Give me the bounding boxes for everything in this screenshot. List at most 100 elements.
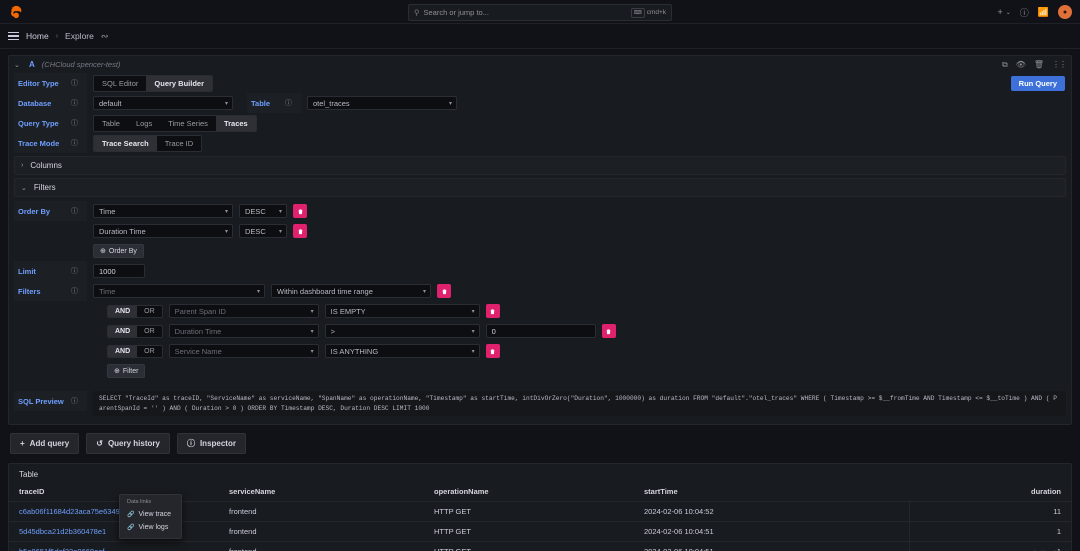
filter-time-operator-select[interactable]: Within dashboard time range ▾ [271,284,431,298]
chevron-down-icon: ▾ [472,348,475,355]
chevron-down-icon: ▾ [449,100,452,107]
order-by-direction-select-0[interactable]: DESC ▾ [239,204,287,218]
info-circle-icon[interactable]: ⓘ [285,93,301,113]
filter-delete-button-1[interactable] [602,324,616,338]
filter-conjunction-toggle-1[interactable]: AND OR [107,325,163,338]
breadcrumb-explore[interactable]: Explore [65,31,94,41]
filters-section-header[interactable]: ⌄ Filters [14,178,1066,197]
order-by-delete-button-1[interactable] [293,224,307,238]
query-header-icons: ⧉ 👁 🗑 ⋮⋮ [1002,56,1066,73]
query-ref-id[interactable]: A [29,60,35,69]
add-query-button[interactable]: + Add query [10,433,79,454]
filter-operator-select-2[interactable]: IS ANYTHING ▾ [325,344,480,358]
query-type-toggle[interactable]: Table Logs Time Series Traces [93,115,257,132]
search-placeholder: Search or jump to... [424,8,489,17]
filter-operator-select-0[interactable]: IS EMPTY ▾ [325,304,480,318]
grafana-logo-icon[interactable] [9,5,23,19]
query-editor-wrapper: ⌄ A (CHCloud spencer-test) ⧉ 👁 🗑 ⋮⋮ Run … [0,49,1080,425]
info-circle-icon[interactable]: ⓘ [71,281,87,301]
sql-preview-label: SQL Preview [14,391,71,411]
filter-conjunction-and-1[interactable]: AND [108,326,137,337]
trace-mode-option-id[interactable]: Trace ID [157,136,201,151]
filter-conjunction-toggle-0[interactable]: AND OR [107,305,163,318]
query-history-button[interactable]: ↺ Query history [86,433,170,454]
share-icon[interactable]: ∾ [101,31,109,42]
query-type-option-timeseries[interactable]: Time Series [160,116,216,131]
table-select[interactable]: otel_traces ▾ [307,96,457,110]
filter-value-input-1[interactable]: 0 [486,324,596,338]
info-circle-icon[interactable]: ⓘ [71,261,87,281]
chevron-down-icon: ▾ [225,228,228,235]
add-button[interactable]: + ⌄ [997,7,1010,17]
filter-time-field-select[interactable]: Time ▾ [93,284,265,298]
filter-conjunction-and-0[interactable]: AND [108,306,137,317]
column-header-operationname[interactable]: operationName [424,484,634,502]
editor-type-option-builder[interactable]: Query Builder [146,76,212,91]
filters-section-label: Filters [34,183,56,192]
filter-time-row: Filters ⓘ Time ▾ Within dashboard time r… [9,281,1071,301]
order-by-direction-select-1[interactable]: DESC ▾ [239,224,287,238]
breadcrumb-home[interactable]: Home [26,31,49,41]
cell-operationname: HTTP GET [424,542,634,551]
rss-icon[interactable]: 📶 [1038,7,1049,18]
limit-input[interactable]: 1000 [93,264,145,278]
order-by-field-select-0[interactable]: Time ▾ [93,204,233,218]
info-circle-icon[interactable]: ⓘ [71,133,87,153]
add-order-by-button[interactable]: ⊕ Order By [93,244,144,258]
inspector-button[interactable]: ⓘ Inspector [177,433,246,454]
cell-servicename: frontend [219,522,424,542]
query-type-option-traces[interactable]: Traces [216,116,256,131]
trace-mode-option-search[interactable]: Trace Search [94,136,157,151]
copy-icon[interactable]: ⧉ [1002,60,1008,70]
query-type-option-logs[interactable]: Logs [128,116,160,131]
collapse-caret-icon[interactable]: ⌄ [14,61,22,69]
database-select[interactable]: default ▾ [93,96,233,110]
eye-icon[interactable]: 👁 [1016,60,1026,69]
trace-link[interactable]: 5d45dbca21d2b360478e1 [19,527,106,536]
filter-conjunction-and-2[interactable]: AND [108,346,137,357]
filter-delete-button-0[interactable] [486,304,500,318]
order-by-field-select-1[interactable]: Duration Time ▾ [93,224,233,238]
filter-value-1: 0 [492,327,496,336]
filter-conjunction-or-1[interactable]: OR [137,326,162,337]
info-circle-icon[interactable]: ⓘ [71,113,87,133]
column-header-traceid[interactable]: traceID [9,484,219,502]
filter-delete-button-2[interactable] [486,344,500,358]
filter-field-select-1[interactable]: Duration Time ▾ [169,324,319,338]
filter-conjunction-toggle-2[interactable]: AND OR [107,345,163,358]
editor-type-toggle[interactable]: SQL Editor Query Builder [93,75,213,92]
filter-conjunction-or-2[interactable]: OR [137,346,162,357]
info-circle-icon: ⓘ [187,438,195,449]
info-circle-icon[interactable]: ⓘ [71,93,87,113]
table-row[interactable]: b5e9651f5daf23e0668eaf frontend HTTP GET… [9,542,1071,551]
drag-handle-icon[interactable]: ⋮⋮ [1052,60,1066,69]
add-filter-button[interactable]: ⊕ Filter [107,364,145,378]
data-link-view-trace[interactable]: 🔗 View trace [120,508,181,521]
column-header-duration[interactable]: duration [909,484,1071,502]
add-order-by-row: ⊕ Order By [9,241,1071,261]
info-circle-icon[interactable]: ⓘ [71,73,87,93]
filter-time-delete-button[interactable] [437,284,451,298]
hamburger-icon[interactable] [8,32,19,41]
filter-conjunction-or-0[interactable]: OR [137,306,162,317]
editor-type-option-sql[interactable]: SQL Editor [94,76,146,91]
trash-icon[interactable]: 🗑 [1034,60,1044,69]
query-type-option-table[interactable]: Table [94,116,128,131]
info-circle-icon[interactable]: ⓘ [71,201,87,221]
search-input[interactable]: ⚲ Search or jump to... ⌨ cmd+k [408,4,672,21]
column-header-servicename[interactable]: serviceName [219,484,424,502]
filter-field-select-2[interactable]: Service Name ▾ [169,344,319,358]
columns-section-header[interactable]: › Columns [14,156,1066,175]
search-shortcut: ⌨ cmd+k [631,8,666,18]
data-link-view-logs[interactable]: 🔗 View logs [120,521,181,534]
column-header-starttime[interactable]: startTime [634,484,909,502]
order-by-delete-button-0[interactable] [293,204,307,218]
trace-mode-toggle[interactable]: Trace Search Trace ID [93,135,202,152]
help-circle-icon[interactable]: ⓘ [1020,6,1029,19]
filter-operator-select-1[interactable]: > ▾ [325,324,480,338]
info-circle-icon[interactable]: ⓘ [71,391,87,411]
run-query-button[interactable]: Run Query [1011,76,1065,91]
filter-field-select-0[interactable]: Parent Span ID ▾ [169,304,319,318]
avatar[interactable]: ● [1058,5,1072,19]
trace-link[interactable]: b5e9651f5daf23e0668eaf [19,547,105,551]
